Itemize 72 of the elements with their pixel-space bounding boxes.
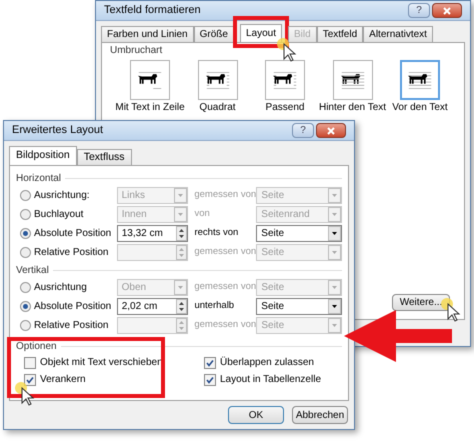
tab[interactable]: Textfeld [316,26,364,42]
wrap-option-button[interactable] [198,60,238,100]
radio-label: Relative Position [34,319,110,333]
radio-button[interactable] [20,282,31,293]
close-icon [327,126,335,134]
checkbox-label: Überlappen zulassen [220,356,314,370]
checkbox[interactable] [204,356,216,368]
radio-button[interactable] [20,209,31,220]
checkbox[interactable] [204,374,216,386]
more-button[interactable]: Weitere... [392,294,450,311]
radio-button[interactable] [20,320,31,331]
dropdown-field[interactable]: Seite [256,225,342,242]
arrow-icon [344,310,454,362]
checkbox-label: Verankern [40,373,86,387]
wrap-option-label: Mit Text in Zeile [115,102,185,114]
spin-field[interactable] [116,244,188,261]
relation-label: unterhalb [193,299,236,314]
close-button[interactable] [316,123,346,138]
radio-label: Ausrichtung: [34,189,91,203]
section-title: Vertikal [16,264,49,278]
relation-label: gemessen von [193,280,254,294]
spinner-arrows-icon [176,299,188,314]
radio-label: Relative Position [34,246,110,260]
wrap-option-label: Hinter den Text [318,102,386,114]
spinner-arrows-icon [176,318,188,333]
relation-label: gemessen von [193,245,254,260]
checkbox[interactable] [24,374,36,386]
radio-button[interactable] [20,190,31,201]
relation-label: gemessen von [193,188,254,202]
radio-label: Absolute Position [34,300,112,314]
tab[interactable]: Farben und Linien [101,26,194,42]
radio-label: Ausrichtung [34,281,88,295]
tab[interactable]: Größe [194,26,234,42]
section-title: Horizontal [16,172,62,186]
spin-field[interactable] [116,317,188,334]
spinner-arrows-icon [176,245,188,260]
wrap-option-label: Vor den Text [392,102,448,114]
group-title: Umbruchart [110,45,164,57]
window-title: Textfeld formatieren [104,3,201,18]
radio-button[interactable] [20,247,31,258]
radio-label: Buchlayout [34,208,84,222]
tab[interactable]: Layout [240,24,282,42]
close-button[interactable] [432,3,462,18]
window-title: Erweitertes Layout [12,123,104,138]
checkbox-label: Layout in Tabellenzelle [220,373,322,387]
wrap-option-button[interactable] [332,60,372,100]
relation-label: von [193,207,211,222]
spin-field[interactable]: 13,32 cm [116,225,188,242]
close-icon [443,6,451,14]
spin-field[interactable]: 2,02 cm [116,298,188,315]
dialog-button[interactable]: Abbrechen [292,406,348,424]
tab[interactable]: Textfluss [76,149,132,165]
wrap-option-button[interactable] [400,60,440,100]
tab[interactable]: Alternativtext [363,26,433,42]
relation-label: gemessen von [193,318,254,332]
help-button[interactable]: ? [292,123,314,138]
wrap-option-label: Passend [266,102,304,114]
radio-button[interactable] [20,228,31,239]
checkbox[interactable] [24,356,36,368]
dropdown-field[interactable]: Seite [256,298,342,315]
checkbox-label: Objekt mit Text verschieben [40,356,163,370]
spinner-arrows-icon [176,226,188,241]
wrap-option-button[interactable] [265,60,305,100]
wrap-option-button[interactable] [130,60,170,100]
relation-label: rechts von [193,226,240,240]
help-button[interactable]: ? [408,3,430,18]
dialog-button[interactable]: OK [228,406,284,424]
section-title: Optionen [16,340,57,354]
tab[interactable]: Bildposition [9,146,77,165]
radio-button[interactable] [20,301,31,312]
wrap-option-label: Quadrat [199,102,236,114]
radio-label: Absolute Position [34,227,112,241]
